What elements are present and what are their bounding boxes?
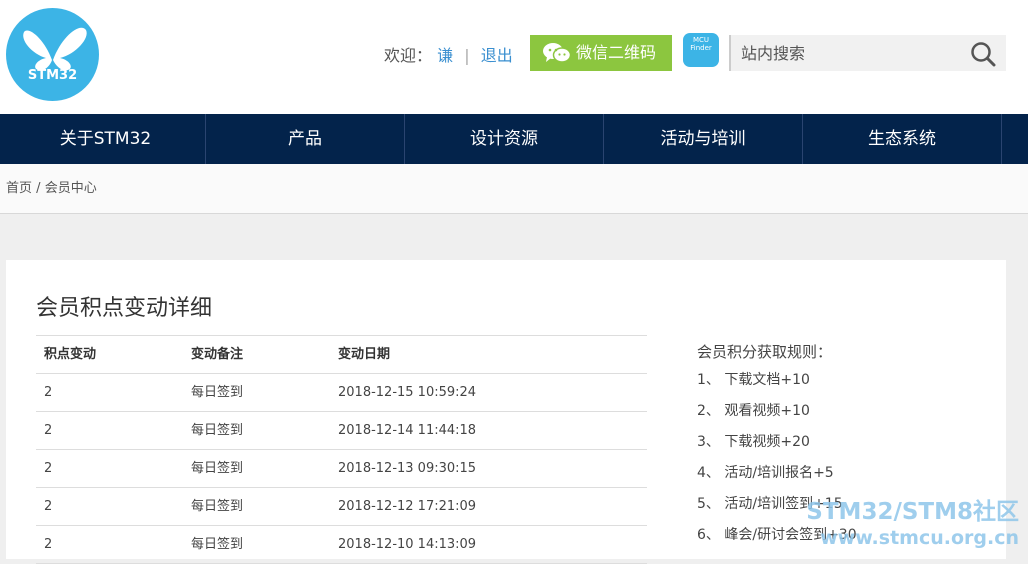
page-title: 会员积点变动详细 <box>36 296 213 321</box>
logo-text: STM32 <box>27 68 78 83</box>
cell-points: 2 <box>44 423 53 438</box>
nav-item-design-resources[interactable]: 设计资源 <box>405 114 604 164</box>
site-search <box>729 35 1006 71</box>
cell-note: 每日签到 <box>191 423 244 438</box>
table-row: 2 每日签到 2018-12-13 09:30:15 <box>36 450 647 488</box>
table-row: 2 每日签到 2018-12-12 17:21:09 <box>36 488 647 526</box>
cell-date: 2018-12-10 14:13:09 <box>338 537 477 552</box>
rule-item: 1、 下载文档+10 <box>697 372 810 388</box>
mcu-finder-line2: Finder <box>690 44 712 52</box>
cell-points: 2 <box>44 537 53 552</box>
watermark-line2: www.stmcu.org.cn <box>820 527 1019 549</box>
mcu-finder-line1: MCU <box>692 36 710 44</box>
mcu-finder-icon[interactable]: MCU Finder <box>683 33 719 67</box>
table-row: 2 每日签到 2018-12-15 10:59:24 <box>36 374 647 412</box>
cell-points: 2 <box>44 461 53 476</box>
rules-title: 会员积分获取规则： <box>697 343 833 361</box>
cell-date: 2018-12-12 17:21:09 <box>338 499 477 514</box>
welcome-label: 欢迎： <box>384 46 433 65</box>
welcome-separator: | <box>464 46 470 65</box>
cell-date: 2018-12-13 09:30:15 <box>338 461 477 476</box>
site-header: STM32 欢迎： 谦 | 退出 微信二维码 MCU Finder <box>0 0 1028 114</box>
table-row: 2 每日签到 2018-12-10 14:13:09 <box>36 526 647 564</box>
cell-date: 2018-12-14 11:44:18 <box>338 423 477 438</box>
watermark-line1: STM32/STM8社区 <box>806 499 1019 525</box>
wechat-qrcode-button[interactable]: 微信二维码 <box>530 35 672 71</box>
butterfly-icon <box>23 27 87 71</box>
table-header-row: 积点变动 变动备注 变动日期 <box>36 336 647 374</box>
breadcrumb-separator: / <box>36 181 41 196</box>
search-icon[interactable] <box>970 41 996 67</box>
column-header-points: 积点变动 <box>44 347 97 362</box>
cell-note: 每日签到 <box>191 537 244 552</box>
cell-note: 每日签到 <box>191 461 244 476</box>
welcome-bar: 欢迎： 谦 | 退出 <box>384 42 513 66</box>
table-row: 2 每日签到 2018-12-14 11:44:18 <box>36 412 647 450</box>
site-watermark: STM32/STM8社区 www.stmcu.org.cn <box>793 499 1019 551</box>
cell-points: 2 <box>44 385 53 400</box>
nav-item-events-training[interactable]: 活动与培训 <box>604 114 803 164</box>
logout-link[interactable]: 退出 <box>481 46 513 65</box>
rule-item: 2、 观看视频+10 <box>697 403 810 419</box>
cell-date: 2018-12-15 10:59:24 <box>338 385 477 400</box>
wechat-button-label: 微信二维码 <box>576 43 657 62</box>
cell-note: 每日签到 <box>191 499 244 514</box>
wechat-icon <box>543 43 571 63</box>
cell-points: 2 <box>44 499 53 514</box>
breadcrumb-current-link[interactable]: 会员中心 <box>45 181 97 196</box>
rule-item: 3、 下载视频+20 <box>697 434 810 450</box>
breadcrumb: 首页 / 会员中心 <box>0 164 1028 214</box>
nav-item-about-stm32[interactable]: 关于STM32 <box>6 114 206 164</box>
username-link[interactable]: 谦 <box>437 46 453 65</box>
nav-item-ecosystem[interactable]: 生态系统 <box>803 114 1002 164</box>
cell-note: 每日签到 <box>191 385 244 400</box>
stm32-logo[interactable]: STM32 <box>6 8 99 101</box>
breadcrumb-home-link[interactable]: 首页 <box>6 181 32 196</box>
column-header-note: 变动备注 <box>191 347 244 362</box>
points-table: 积点变动 变动备注 变动日期 2 每日签到 2018-12-15 10:59:2… <box>36 335 647 564</box>
rule-item: 4、 活动/培训报名+5 <box>697 465 834 481</box>
main-nav: 关于STM32 产品 设计资源 活动与培训 生态系统 <box>0 114 1028 164</box>
search-input[interactable] <box>741 35 961 71</box>
column-header-date: 变动日期 <box>338 347 391 362</box>
nav-item-products[interactable]: 产品 <box>206 114 405 164</box>
